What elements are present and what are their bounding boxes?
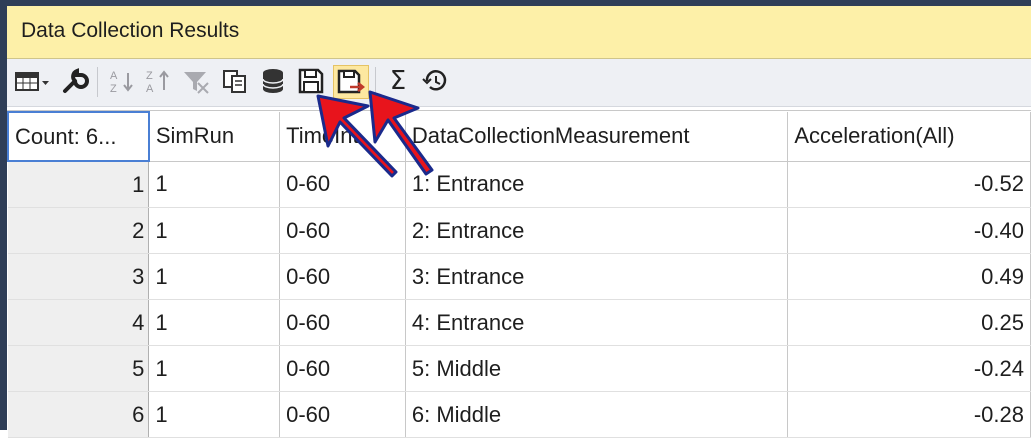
database-icon[interactable] <box>257 65 289 97</box>
filter-icon[interactable] <box>179 65 213 97</box>
results-table: Count: 6... SimRun TimeInt DataCollectio… <box>7 111 1031 438</box>
acceleration-cell[interactable]: -0.28 <box>787 391 1031 438</box>
timeint-cell[interactable]: 0-60 <box>279 161 406 208</box>
row-count-cell[interactable]: 4 <box>8 299 150 346</box>
row-count-cell[interactable]: 1 <box>8 161 150 208</box>
table-header-row: Count: 6... SimRun TimeInt DataCollectio… <box>7 111 1031 162</box>
window-border-left <box>0 0 7 430</box>
save-icon[interactable] <box>295 65 327 97</box>
timeint-cell[interactable]: 0-60 <box>279 299 406 346</box>
svg-text:A: A <box>146 83 154 95</box>
simrun-cell[interactable]: 1 <box>148 299 281 346</box>
svg-text:Z: Z <box>146 70 153 82</box>
sort-ascending-icon[interactable]: A Z <box>107 65 137 97</box>
table-row[interactable]: 6 1 0-60 6: Middle -0.28 <box>8 391 1031 438</box>
window-titlebar: Data Collection Results <box>7 6 1031 59</box>
column-header-timeint[interactable]: TimeInt <box>279 112 406 162</box>
measurement-cell[interactable]: 3: Entrance <box>405 253 789 300</box>
column-header-acceleration[interactable]: Acceleration(All) <box>787 112 1031 162</box>
simrun-cell[interactable]: 1 <box>148 207 281 254</box>
toolbar-separator <box>375 67 376 97</box>
simrun-cell[interactable]: 1 <box>148 345 281 392</box>
timeint-cell[interactable]: 0-60 <box>279 253 406 300</box>
data-collection-results-window: Data Collection Results A Z Z A Σ Count:… <box>0 0 1031 438</box>
acceleration-cell[interactable]: -0.24 <box>787 345 1031 392</box>
history-icon[interactable] <box>419 65 451 97</box>
row-count-cell[interactable]: 5 <box>8 345 150 392</box>
table-row[interactable]: 5 1 0-60 5: Middle -0.24 <box>8 345 1031 392</box>
measurement-cell[interactable]: 6: Middle <box>405 391 789 438</box>
grid-menu-icon[interactable] <box>13 65 53 97</box>
acceleration-cell[interactable]: 0.25 <box>787 299 1031 346</box>
measurement-cell[interactable]: 5: Middle <box>405 345 789 392</box>
acceleration-cell[interactable]: -0.40 <box>787 207 1031 254</box>
column-header-simrun[interactable]: SimRun <box>148 112 281 162</box>
acceleration-cell[interactable]: -0.52 <box>787 161 1031 208</box>
timeint-cell[interactable]: 0-60 <box>279 391 406 438</box>
svg-text:Z: Z <box>110 83 117 95</box>
row-count-cell[interactable]: 3 <box>8 253 150 300</box>
simrun-cell[interactable]: 1 <box>148 161 281 208</box>
column-header-count[interactable]: Count: 6... <box>7 111 150 162</box>
svg-text:A: A <box>110 70 118 82</box>
measurement-cell[interactable]: 1: Entrance <box>405 161 789 208</box>
table-row[interactable]: 2 1 0-60 2: Entrance -0.40 <box>8 207 1031 254</box>
table-row[interactable]: 4 1 0-60 4: Entrance 0.25 <box>8 299 1031 346</box>
sort-descending-icon[interactable]: Z A <box>143 65 173 97</box>
row-count-cell[interactable]: 2 <box>8 207 150 254</box>
toolbar: A Z Z A Σ <box>7 59 1031 107</box>
row-count-cell[interactable]: 6 <box>8 391 150 438</box>
table-row[interactable]: 3 1 0-60 3: Entrance 0.49 <box>8 253 1031 300</box>
column-header-measurement[interactable]: DataCollectionMeasurement <box>405 112 789 162</box>
sum-icon[interactable]: Σ <box>383 65 413 97</box>
results-grid: Count: 6... SimRun TimeInt DataCollectio… <box>7 110 1031 438</box>
simrun-cell[interactable]: 1 <box>148 253 281 300</box>
timeint-cell[interactable]: 0-60 <box>279 207 406 254</box>
copy-icon[interactable] <box>219 65 251 97</box>
table-row[interactable]: 1 1 0-60 1: Entrance -0.52 <box>8 161 1031 208</box>
simrun-cell[interactable]: 1 <box>148 391 281 438</box>
wrench-icon[interactable] <box>59 65 91 97</box>
save-export-icon[interactable] <box>333 65 369 99</box>
timeint-cell[interactable]: 0-60 <box>279 345 406 392</box>
toolbar-separator <box>97 67 98 97</box>
acceleration-cell[interactable]: 0.49 <box>787 253 1031 300</box>
measurement-cell[interactable]: 2: Entrance <box>405 207 789 254</box>
sum-glyph: Σ <box>389 66 407 96</box>
window-title: Data Collection Results <box>21 19 240 42</box>
measurement-cell[interactable]: 4: Entrance <box>405 299 789 346</box>
